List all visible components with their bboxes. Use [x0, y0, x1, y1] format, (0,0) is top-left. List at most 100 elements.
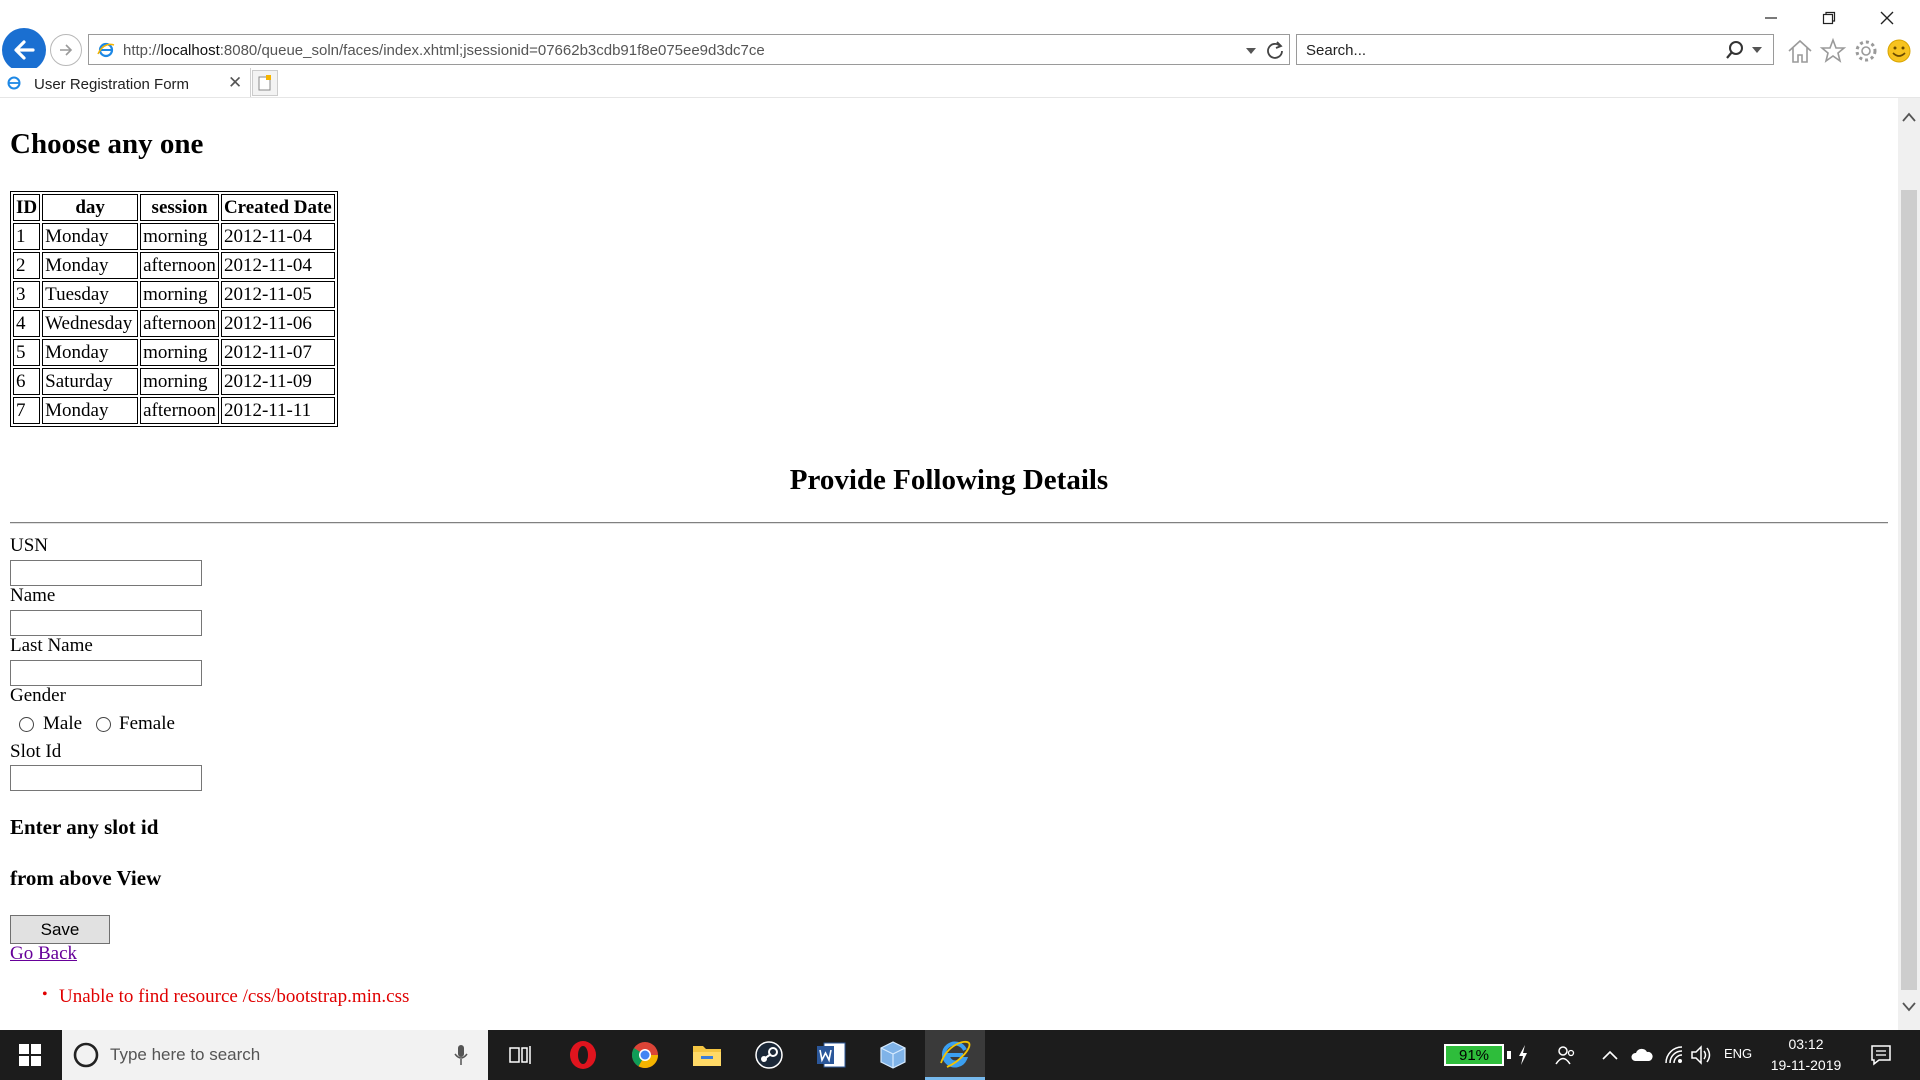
tab-title: User Registration Form [34, 76, 190, 93]
battery-tip [1507, 1051, 1511, 1059]
microphone-icon[interactable] [454, 1044, 468, 1066]
forward-button[interactable] [50, 34, 82, 66]
back-button[interactable] [2, 28, 46, 72]
name-label: Name [10, 585, 56, 606]
table-cell: Wednesday [42, 310, 139, 337]
back-arrow-icon [14, 40, 35, 60]
battery-indicator[interactable]: 91% [1444, 1044, 1504, 1066]
tab-user-registration[interactable]: User Registration Form ✕ [0, 68, 251, 98]
task-view-icon [509, 1046, 531, 1064]
male-radio[interactable] [19, 717, 34, 732]
table-row: 4 Wednesday afternoon 2012-11-06 [13, 310, 335, 337]
browser-chrome: http://localhost:8080/queue_soln/faces/i… [0, 0, 1920, 98]
table-cell: 1 [13, 223, 41, 250]
windows-logo-icon [19, 1044, 41, 1066]
minimize-button[interactable] [1748, 4, 1794, 32]
table-cell: 5 [13, 339, 41, 366]
cortana-icon [73, 1042, 99, 1068]
ie-page-icon [97, 42, 115, 58]
opera-icon [570, 1041, 596, 1069]
gear-icon[interactable] [1852, 37, 1880, 65]
virtualbox-taskbar-button[interactable] [863, 1030, 923, 1080]
table-cell: 6 [13, 368, 41, 395]
table-cell: 2012-11-11 [220, 397, 335, 424]
table-cell: Saturday [42, 368, 139, 395]
scrollbar-thumb[interactable] [1901, 190, 1917, 990]
table-cell: 7 [13, 397, 41, 424]
table-cell: 2012-11-04 [220, 252, 335, 279]
hint-heading-2: from above View [10, 866, 162, 890]
female-label: Female [119, 713, 175, 734]
clock-date: 19-11-2019 [1770, 1057, 1842, 1073]
close-window-button[interactable] [1864, 4, 1910, 32]
table-row: 1 Monday morning 2012-11-04 [13, 223, 335, 250]
ie-taskbar-button[interactable] [925, 1030, 985, 1080]
favorites-star-icon[interactable] [1819, 37, 1847, 65]
error-bullet: • [42, 986, 48, 1003]
taskbar: Type here to search 91% ENG 03:12 19-11-… [0, 1030, 1920, 1080]
table-cell: morning [140, 368, 219, 395]
chrome-icon [631, 1042, 659, 1069]
dropdown-arrow-icon[interactable] [1245, 46, 1257, 56]
forward-arrow-icon [60, 44, 73, 56]
onedrive-cloud-icon[interactable] [1630, 1047, 1654, 1063]
people-icon[interactable] [1554, 1044, 1576, 1066]
table-cell: morning [140, 281, 219, 308]
task-view-button[interactable] [490, 1030, 550, 1080]
go-back-link[interactable]: Go Back [10, 943, 77, 965]
home-icon[interactable] [1786, 37, 1814, 65]
wifi-icon[interactable] [1664, 1045, 1684, 1065]
start-button[interactable] [0, 1030, 60, 1080]
tab-close-icon[interactable]: ✕ [228, 73, 242, 93]
table-cell: 2012-11-07 [220, 339, 335, 366]
new-tab-button[interactable] [252, 70, 278, 96]
notifications-icon[interactable] [1870, 1044, 1892, 1066]
column-header: session [140, 194, 219, 221]
scroll-up-icon[interactable] [1902, 112, 1916, 122]
table-cell: afternoon [140, 252, 219, 279]
new-tab-icon [258, 75, 271, 91]
table-cell: Monday [42, 339, 139, 366]
usn-label: USN [10, 535, 49, 556]
slot-id-label: Slot Id [10, 741, 62, 762]
ie-tab-icon [7, 76, 21, 90]
table-row: 2 Monday afternoon 2012-11-04 [13, 252, 335, 279]
slot-id-input[interactable] [10, 765, 202, 791]
search-icon[interactable] [1725, 40, 1745, 60]
charging-bolt-icon [1519, 1045, 1527, 1065]
vertical-scrollbar[interactable] [1898, 98, 1920, 1030]
opera-taskbar-button[interactable] [553, 1030, 613, 1080]
search-box[interactable]: Search... [1296, 34, 1774, 65]
refresh-icon[interactable] [1265, 40, 1285, 60]
lastname-input[interactable] [10, 660, 202, 686]
details-heading: Provide Following Details [789, 464, 1109, 496]
table-cell: 3 [13, 281, 41, 308]
file-explorer-taskbar-button[interactable] [677, 1030, 737, 1080]
table-row: 3 Tuesday morning 2012-11-05 [13, 281, 335, 308]
table-row: 7 Monday afternoon 2012-11-11 [13, 397, 335, 424]
save-button[interactable]: Save [10, 915, 110, 944]
steam-taskbar-button[interactable] [739, 1030, 799, 1080]
chevron-up-icon[interactable] [1602, 1049, 1618, 1061]
smiley-feedback-icon[interactable] [1885, 37, 1913, 65]
scroll-down-icon[interactable] [1902, 1002, 1916, 1012]
usn-input[interactable] [10, 560, 202, 586]
search-dropdown-icon[interactable] [1752, 46, 1762, 54]
name-input[interactable] [10, 610, 202, 636]
internet-explorer-icon [940, 1040, 971, 1068]
restore-button[interactable] [1806, 4, 1852, 32]
male-label: Male [43, 713, 83, 734]
taskbar-search[interactable]: Type here to search [62, 1030, 488, 1080]
chrome-taskbar-button[interactable] [615, 1030, 675, 1080]
address-bar[interactable]: http://localhost:8080/queue_soln/faces/i… [88, 34, 1290, 65]
female-radio[interactable] [96, 717, 111, 732]
clock[interactable]: 03:12 19-11-2019 [1754, 1034, 1858, 1076]
input-language[interactable]: ENG [1724, 1046, 1752, 1061]
volume-icon[interactable] [1690, 1045, 1712, 1065]
table-cell: Monday [42, 223, 139, 250]
table-cell: 4 [13, 310, 41, 337]
table-cell: 2012-11-09 [220, 368, 335, 395]
table-cell: 2 [13, 252, 41, 279]
table-header-row: ID day session Created Date [13, 194, 335, 221]
word-taskbar-button[interactable] [801, 1030, 861, 1080]
